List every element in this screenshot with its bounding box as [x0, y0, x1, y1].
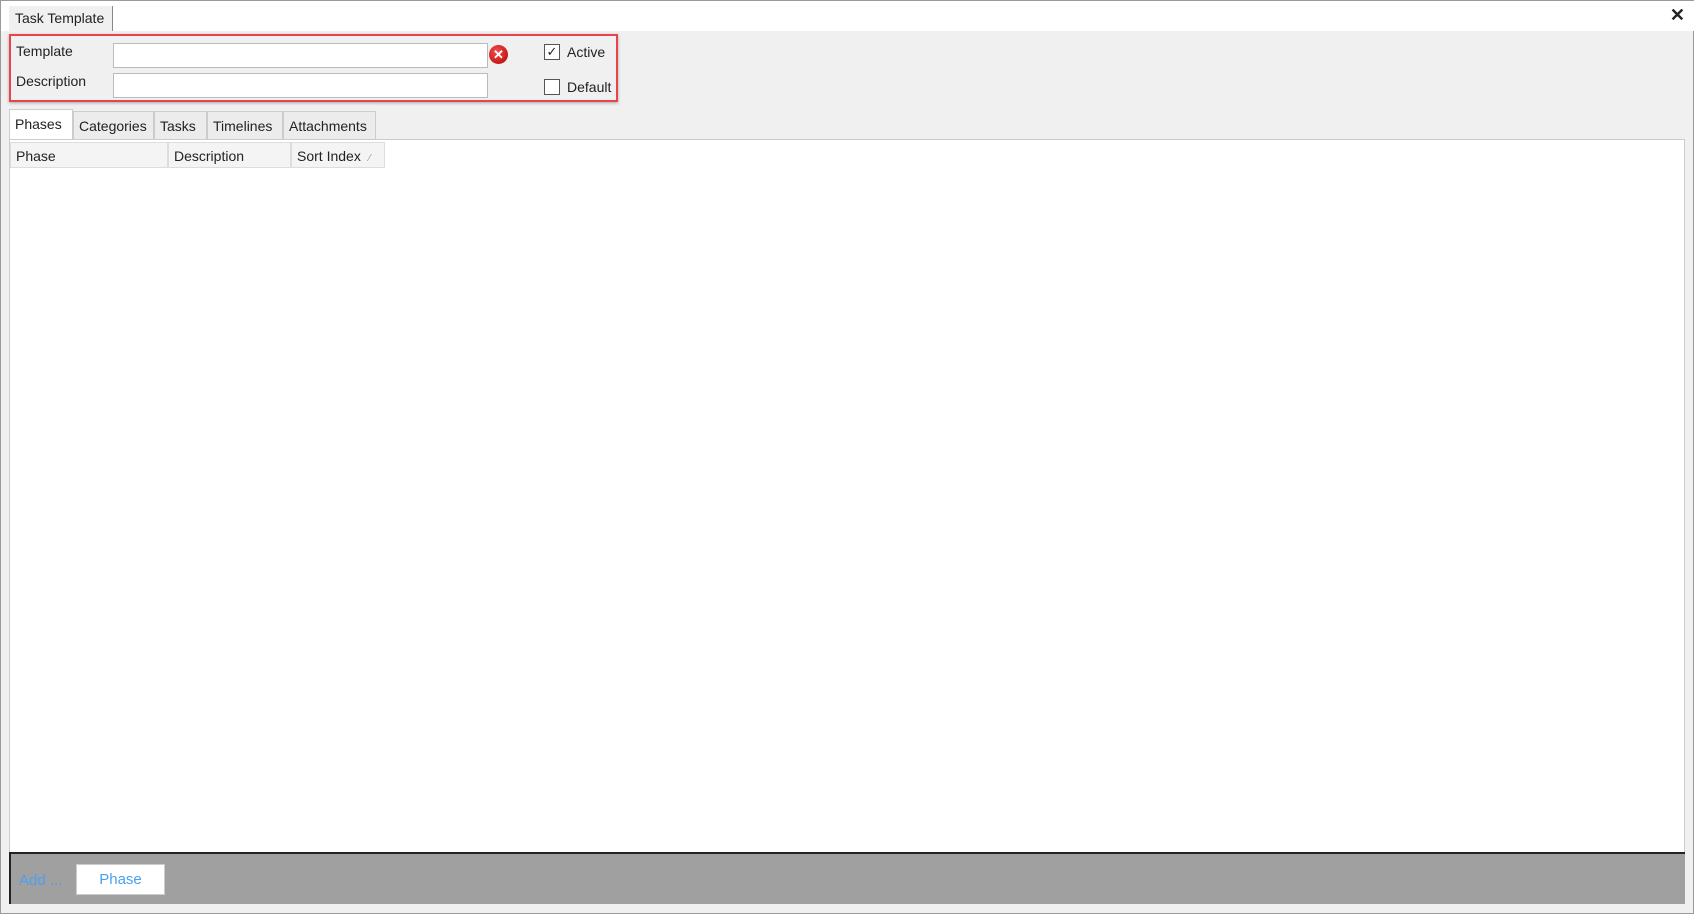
column-header-sort-index[interactable]: Sort Index ⁄	[291, 142, 385, 168]
tab-tasks[interactable]: Tasks	[154, 111, 207, 139]
sort-index-label: Sort Index	[297, 148, 361, 164]
close-icon[interactable]: ✕	[1670, 5, 1685, 26]
description-label: Description	[16, 73, 87, 89]
column-header-phase[interactable]: Phase	[10, 142, 168, 168]
title-strip	[1, 1, 1694, 31]
add-phase-button[interactable]: Phase	[76, 864, 165, 895]
column-header-description[interactable]: Description	[168, 142, 291, 168]
document-tab[interactable]: Task Template	[9, 6, 113, 31]
sort-icon: ⁄	[368, 153, 371, 164]
description-input[interactable]	[113, 73, 488, 98]
template-label: Template	[16, 43, 73, 59]
tab-attachments[interactable]: Attachments	[283, 111, 376, 139]
tab-timelines[interactable]: Timelines	[207, 111, 283, 139]
template-input[interactable]	[113, 43, 488, 68]
tab-phases[interactable]: Phases	[9, 109, 73, 140]
tab-categories[interactable]: Categories	[73, 111, 154, 139]
active-checkbox[interactable]: ✓	[544, 44, 560, 60]
phases-grid	[9, 139, 1685, 853]
add-label: Add ...	[19, 872, 63, 889]
default-label: Default	[567, 79, 612, 95]
active-label: Active	[567, 44, 606, 60]
default-checkbox[interactable]	[544, 79, 560, 95]
error-icon: ✕	[489, 45, 508, 64]
footer-bar	[9, 852, 1685, 904]
